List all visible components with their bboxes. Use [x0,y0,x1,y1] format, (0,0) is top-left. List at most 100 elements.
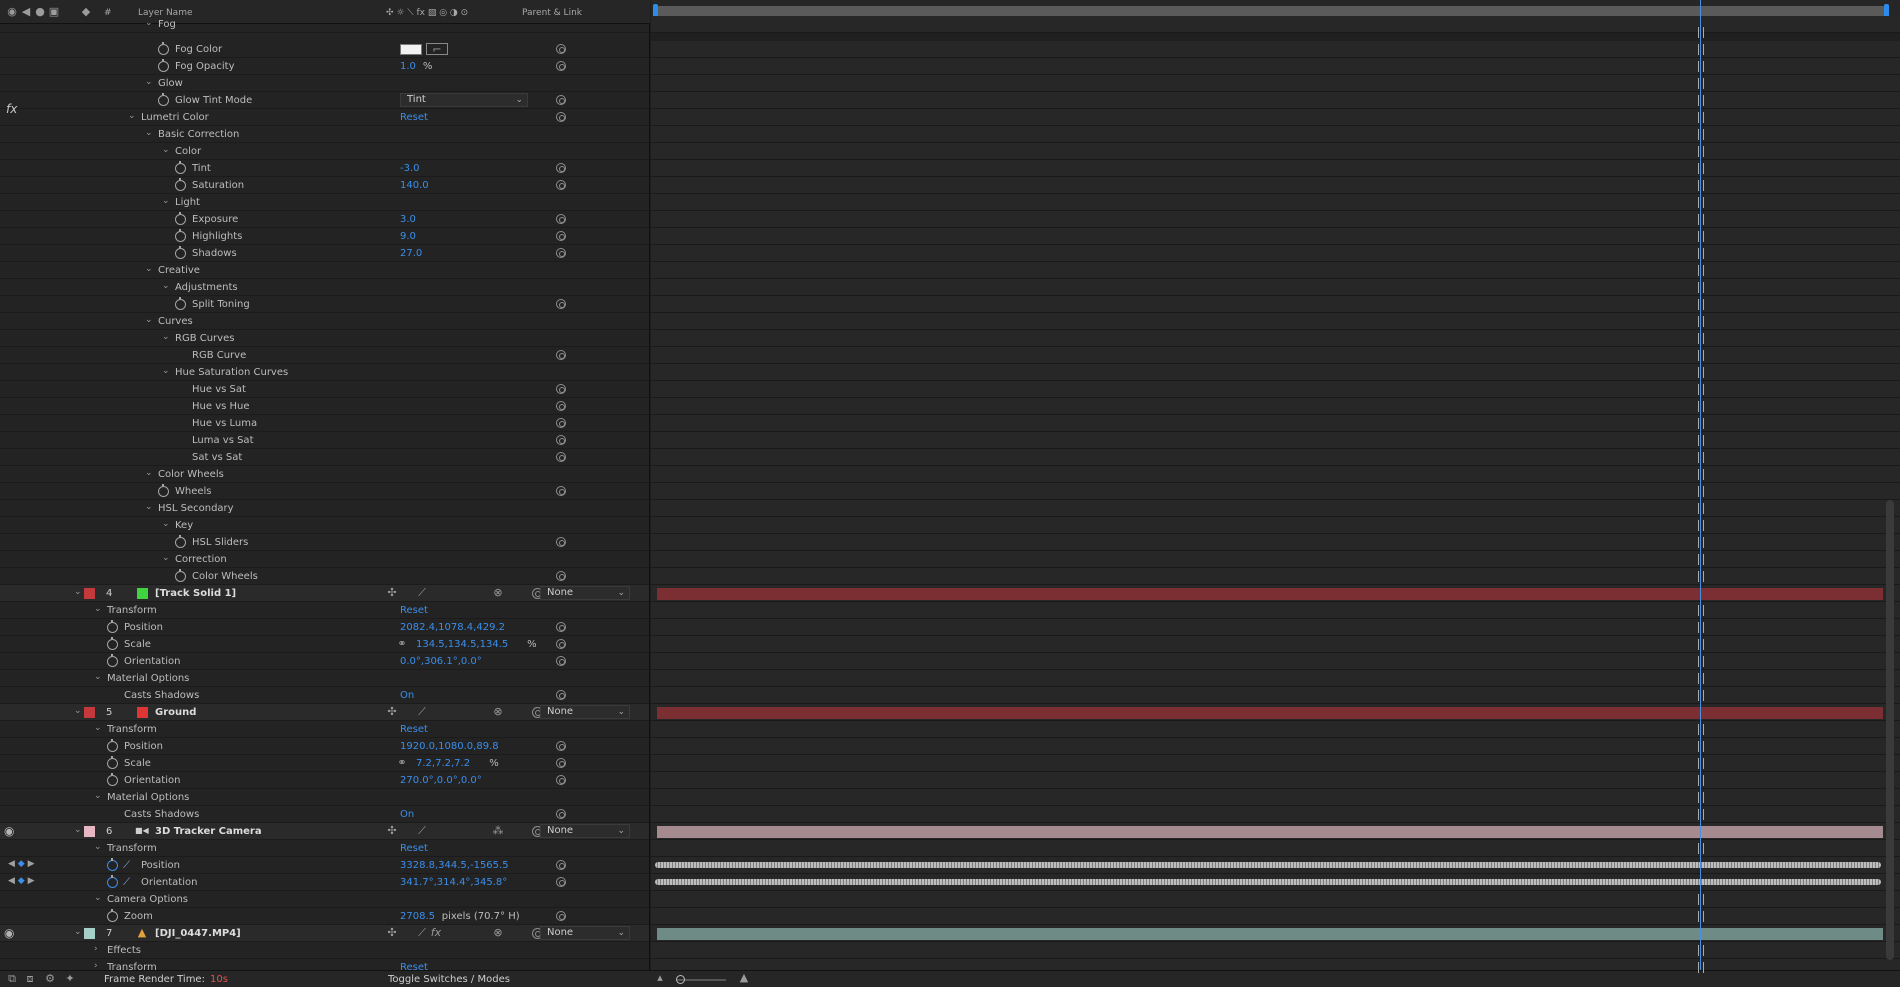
property-row[interactable]: ⌄ Basic Correction [0,126,649,143]
reset-button[interactable]: Reset [400,605,428,616]
shy-3d-switch-icon[interactable]: ✣ [386,825,398,837]
layer-row[interactable]: ⌄ 4 [Track Solid 1] ✣ ⟋ ⊗ None ⌄ [0,585,649,602]
keyframe-marker[interactable] [1698,27,1704,38]
keyframe-marker[interactable] [1698,911,1704,922]
label-color-swatch[interactable] [84,826,95,837]
property-value[interactable]: 9.0 [400,231,416,242]
property-row[interactable]: ⌄ Adjustments [0,279,649,296]
property-value[interactable]: 27.0 [400,248,422,259]
keyframe-marker[interactable] [1698,401,1704,412]
property-row[interactable]: Position 1920.0,1080.0,89.8 [0,738,649,755]
keyframe-marker[interactable] [1698,673,1704,684]
property-group-name[interactable]: Material Options [107,792,189,803]
keyframe-marker[interactable] [1698,248,1704,259]
property-row[interactable]: RGB Curve [0,347,649,364]
parent-dropdown[interactable]: None ⌄ [540,926,630,940]
property-group-name[interactable]: Curves [158,316,193,327]
keyframe-marker[interactable] [1698,894,1704,905]
expand-chevron-icon[interactable]: ⌄ [74,707,82,716]
expand-chevron-icon[interactable]: ⌄ [162,197,170,206]
stopwatch-icon[interactable] [175,229,186,242]
expression-pick-whip-icon[interactable] [556,775,566,785]
expression-pick-whip-icon[interactable] [556,571,566,581]
parent-dropdown[interactable]: None ⌄ [540,824,630,838]
stopwatch-icon[interactable] [107,875,118,888]
quality-switch-icon[interactable]: ⟋ [416,927,428,939]
expand-chevron-icon[interactable]: ⌄ [145,316,153,325]
property-group-name[interactable]: Effects [107,945,141,956]
property-group-name[interactable]: Basic Correction [158,129,239,140]
property-value[interactable]: On [400,809,414,820]
keyframe-marker[interactable] [1698,78,1704,89]
property-group-name[interactable]: Transform [107,843,157,854]
keyframe-marker[interactable] [1698,265,1704,276]
property-row[interactable]: ⌄ Glow [0,75,649,92]
property-value[interactable]: 134.5,134.5,134.5 [416,639,508,650]
keyframe-marker[interactable] [1698,571,1704,582]
expand-chevron-icon[interactable]: ⌄ [128,112,136,121]
label-color-swatch[interactable] [84,928,95,939]
expand-chevron-icon[interactable]: ⌄ [145,78,153,87]
reset-button[interactable]: Reset [400,724,428,735]
keyframe-marker[interactable] [1698,418,1704,429]
toggle-switches-modes-button[interactable]: Toggle Switches / Modes [388,974,510,985]
keyframe-marker[interactable] [1698,622,1704,633]
keyframe-marker[interactable] [1698,690,1704,701]
fx-switch-icon[interactable]: fx [430,927,442,939]
property-row[interactable]: ⌄ Color [0,143,649,160]
stopwatch-icon[interactable] [107,637,118,650]
property-row[interactable]: Casts Shadows On [0,806,649,823]
property-row[interactable]: ⌄ Creative [0,262,649,279]
property-row[interactable]: Saturation 140.0 [0,177,649,194]
stopwatch-icon[interactable] [158,93,169,106]
settings-icon[interactable]: ⚙ [44,973,56,985]
property-value[interactable]: 2082.4,1078.4,429.2 [400,622,505,633]
property-value[interactable]: 7.2,7.2,7.2 [416,758,470,769]
keyframe-marker[interactable] [1698,775,1704,786]
keyframe-marker[interactable] [1698,231,1704,242]
keyframe-marker[interactable] [1698,299,1704,310]
color-swatch[interactable] [400,44,422,55]
property-row[interactable]: Hue vs Sat [0,381,649,398]
quality-switch-icon[interactable]: ⟋ [416,706,428,718]
expression-pick-whip-icon[interactable] [556,622,566,632]
property-row[interactable]: ⌄ Light [0,194,649,211]
expression-pick-whip-icon[interactable] [556,809,566,819]
stopwatch-icon[interactable] [175,297,186,310]
stopwatch-icon[interactable] [175,246,186,259]
vertical-scrollbar[interactable] [1886,500,1894,960]
keyframe-marker[interactable] [1698,809,1704,820]
shy-3d-switch-icon[interactable]: ✣ [386,706,398,718]
property-row[interactable]: Orientation 270.0°,0.0°,0.0° [0,772,649,789]
property-row[interactable]: Position 2082.4,1078.4,429.2 [0,619,649,636]
property-row[interactable]: Luma vs Sat [0,432,649,449]
keyframe-marker[interactable] [1698,469,1704,480]
expand-chevron-icon[interactable]: ⌄ [162,367,170,376]
layer-name[interactable]: [DJI_0447.MP4] [155,928,241,939]
stopwatch-icon[interactable] [107,739,118,752]
property-group-name[interactable]: Hue Saturation Curves [175,367,288,378]
expand-chevron-icon[interactable]: ⌄ [162,333,170,342]
shy-3d-switch-icon[interactable]: ✣ [386,927,398,939]
property-row[interactable]: ⌄ Lumetri Color Reset [0,109,649,126]
expand-chevron-icon[interactable]: ⌄ [162,146,170,155]
eyedropper-icon[interactable]: ⌐ [426,43,448,56]
property-value[interactable]: 341.7°,314.4°,345.8° [400,877,507,888]
expression-pick-whip-icon[interactable] [556,44,566,54]
keyframe-marker[interactable] [1698,741,1704,752]
property-row[interactable]: Orientation 0.0°,306.1°,0.0° [0,653,649,670]
property-group-name[interactable]: Creative [158,265,200,276]
reset-button[interactable]: Reset [400,843,428,854]
property-row[interactable]: ⌄ Hue Saturation Curves [0,364,649,381]
property-row[interactable]: ◀ ◆ ▶ ⟋ Orientation 341.7°,314.4°,345.8° [0,874,649,891]
3d-layer-switch-icon[interactable]: ⊗ [492,706,504,718]
property-group-name[interactable]: Adjustments [175,282,238,293]
keyframe-marker[interactable] [1698,639,1704,650]
property-value[interactable]: On [400,690,414,701]
keyframe-marker[interactable] [1698,792,1704,803]
property-group-name[interactable]: RGB Curves [175,333,234,344]
3d-layer-switch-icon[interactable]: ⁂ [492,825,504,837]
stopwatch-icon[interactable] [158,42,169,55]
stopwatch-icon[interactable] [175,161,186,174]
expand-chevron-icon[interactable]: ⌄ [145,469,153,478]
